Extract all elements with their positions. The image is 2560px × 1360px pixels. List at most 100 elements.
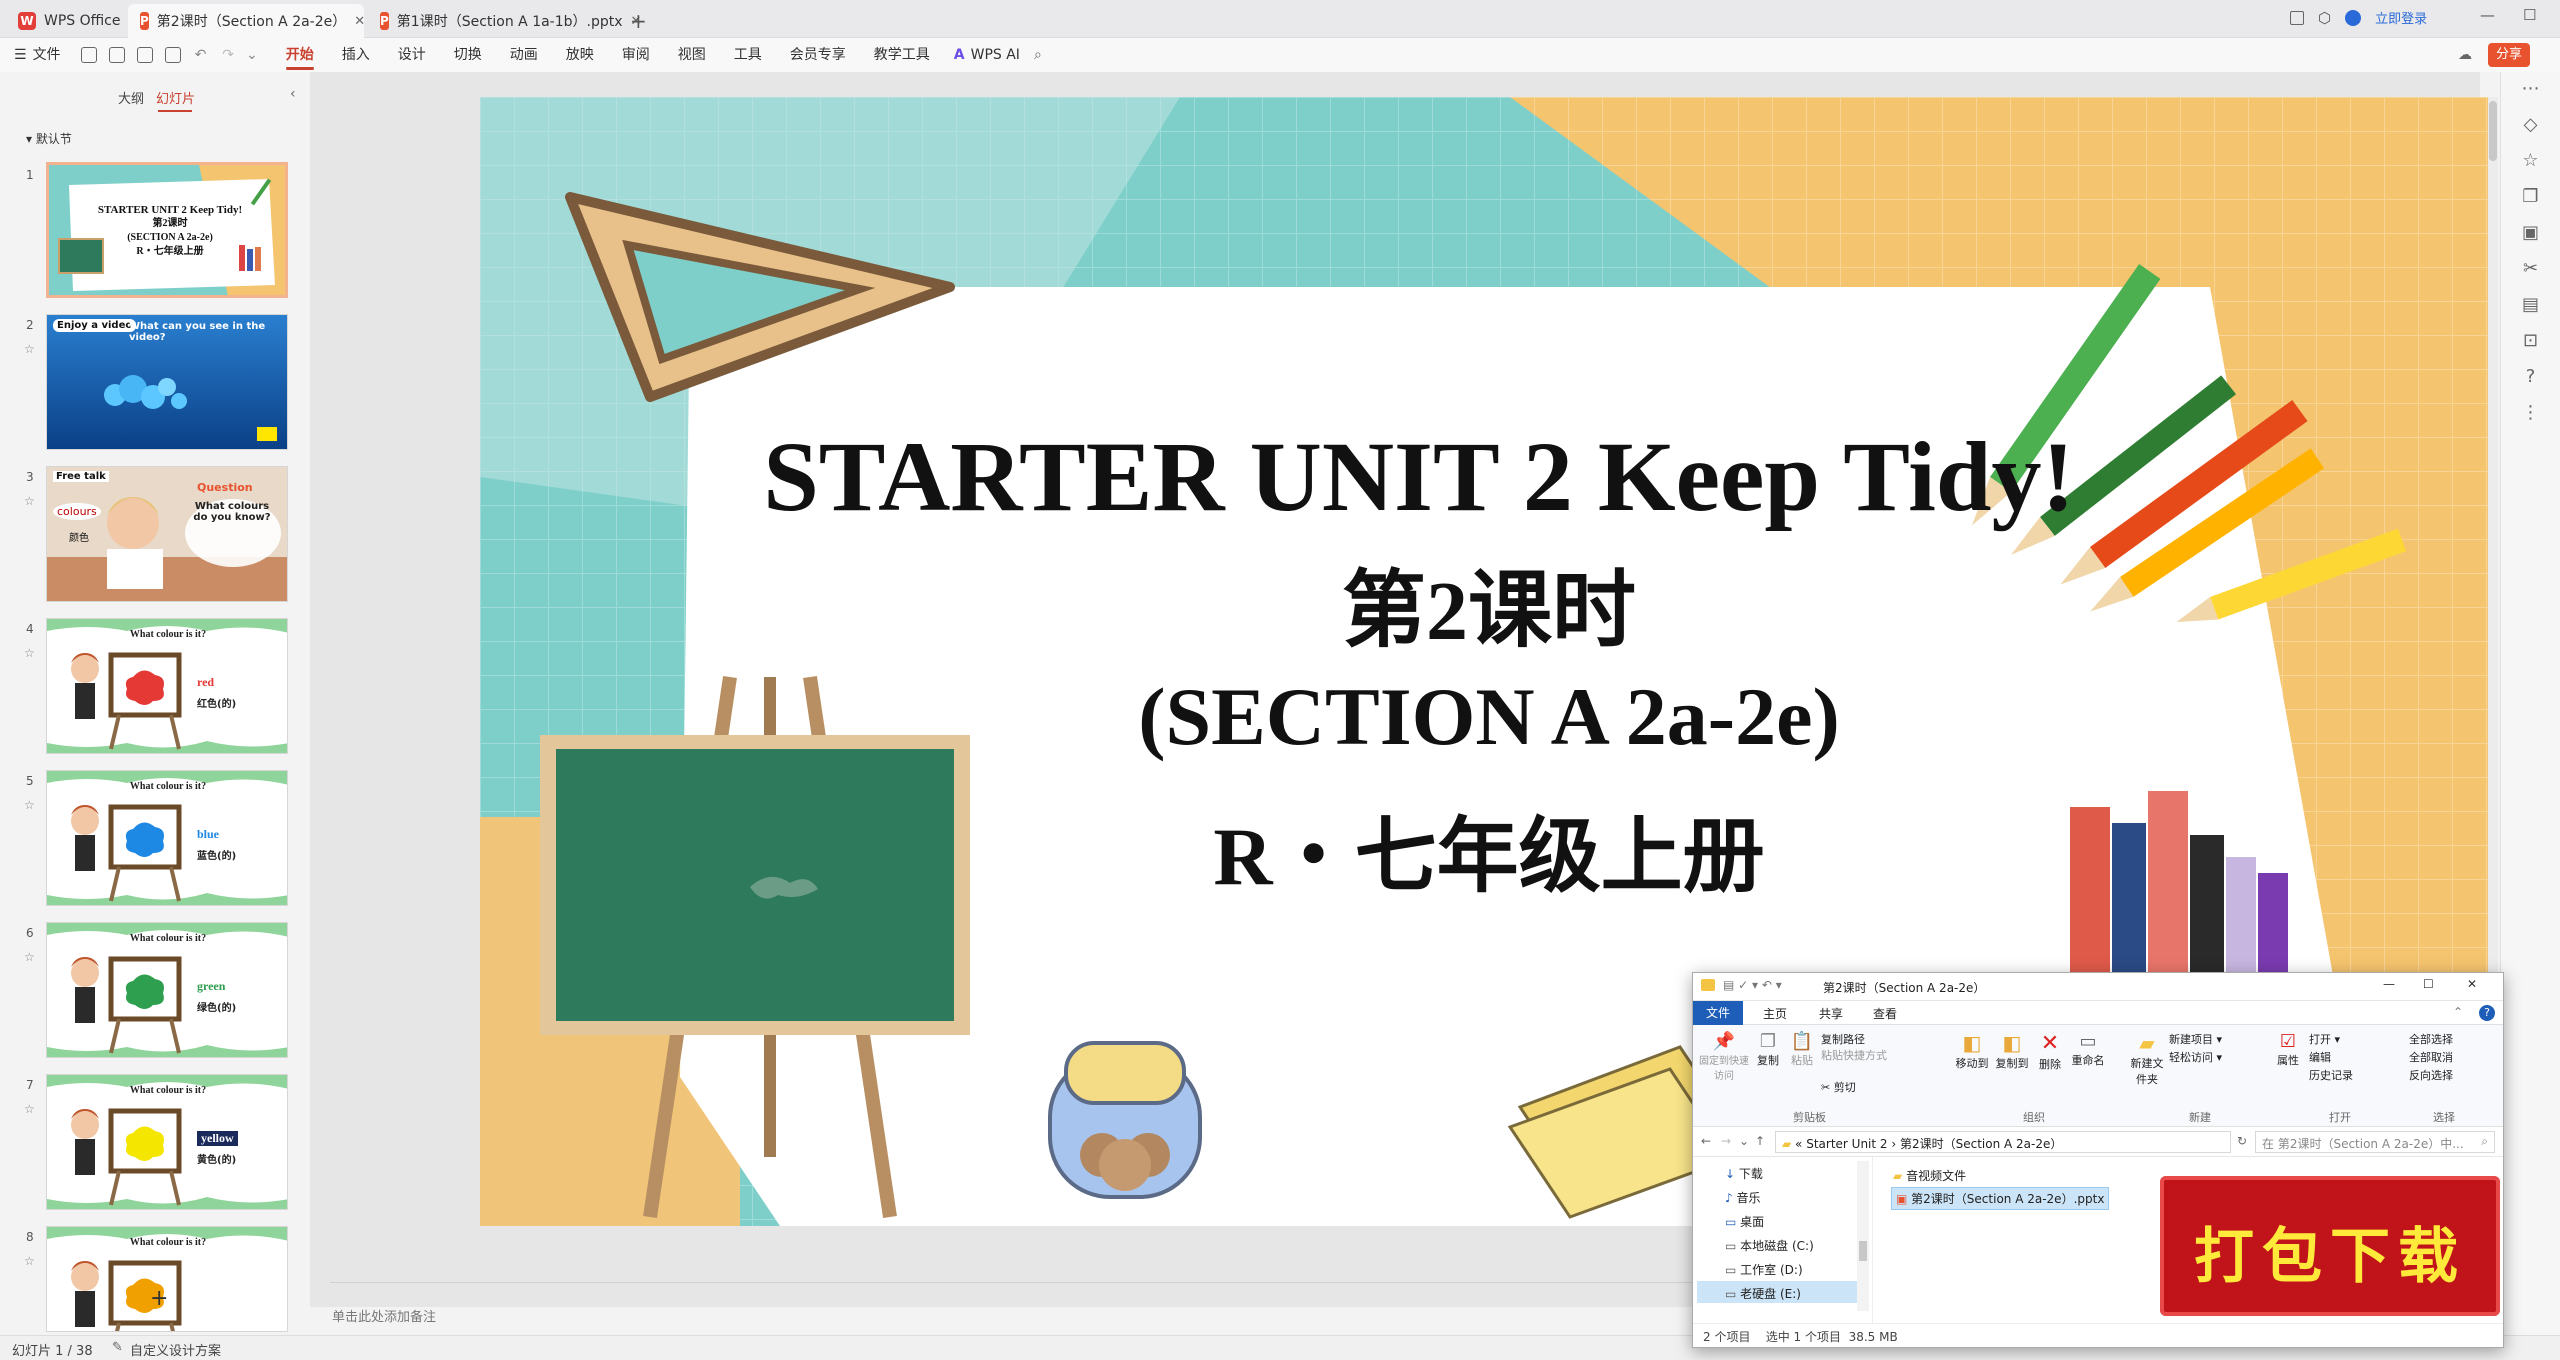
image-icon[interactable]: ▣	[2520, 222, 2542, 244]
copy-button[interactable]: ❐ 复制	[1753, 1031, 1783, 1068]
nav-scrollbar[interactable]	[1857, 1161, 1869, 1311]
undo-icon[interactable]: ↶	[195, 47, 207, 63]
nav-item-desktop[interactable]: ▭ 桌面	[1725, 1213, 1764, 1230]
file-menu[interactable]: 文件	[27, 38, 75, 72]
nav-item-c-drive[interactable]: ▭ 本地磁盘 (C:)	[1725, 1237, 1814, 1254]
nav-item-e-drive[interactable]: ▭ 老硬盘 (E:)	[1725, 1285, 1801, 1302]
menu-wps-ai[interactable]: WPS AI	[965, 38, 1034, 72]
slide-grade[interactable]: R・七年级上册	[490, 807, 2488, 907]
help-icon[interactable]: ?	[2479, 1005, 2495, 1021]
select-none-button[interactable]: 全部取消	[2409, 1049, 2453, 1065]
star-icon[interactable]: ☆	[24, 494, 35, 508]
collapse-panel-icon[interactable]: ‹	[290, 86, 296, 102]
minimize-icon[interactable]: —	[2383, 977, 2395, 991]
layout-icon[interactable]: ▤	[2520, 294, 2542, 316]
star-icon[interactable]: ☆	[24, 1102, 35, 1116]
quick-access-icon[interactable]: ▤ ✓ ▾ ↶ ▾	[1723, 978, 1782, 992]
star-icon[interactable]: ☆	[24, 798, 35, 812]
file-item-folder[interactable]: ▰ 音视频文件	[1893, 1167, 1966, 1184]
forward-icon[interactable]: →	[1721, 1134, 1731, 1148]
copy-path-button[interactable]: 复制路径	[1821, 1031, 1865, 1047]
chevron-up-icon[interactable]: ⌃	[2453, 1005, 2463, 1019]
shape-icon[interactable]: ◇	[2520, 114, 2542, 136]
help-icon[interactable]: ?	[2520, 366, 2542, 388]
star-icon[interactable]: ☆	[24, 342, 35, 356]
share-button[interactable]: 分享	[2488, 43, 2531, 67]
hamburger-icon[interactable]: ☰	[14, 47, 27, 63]
menu-review[interactable]: 审阅	[608, 38, 664, 72]
menu-view[interactable]: 视图	[664, 38, 720, 72]
notes-placeholder[interactable]: 单击此处添加备注	[332, 1306, 436, 1325]
minimize-icon[interactable]: —	[2480, 6, 2495, 24]
slide-thumbnail-3[interactable]: Free talk colours 颜色 Question What colou…	[46, 466, 288, 602]
slide-lesson[interactable]: 第2课时	[490, 557, 2488, 667]
close-icon[interactable]: ✕	[2467, 977, 2477, 991]
maximize-icon[interactable]: ☐	[2423, 977, 2434, 991]
nav-item-d-drive[interactable]: ▭ 工作室 (D:)	[1725, 1261, 1803, 1278]
cube-icon[interactable]: ⬡	[2318, 9, 2331, 27]
maximize-icon[interactable]: ☐	[2523, 6, 2536, 24]
slide-thumbnail-5[interactable]: What colour is it? blue 蓝色(的)	[46, 770, 288, 906]
tab-slides[interactable]: 幻灯片	[156, 88, 195, 107]
edit-button[interactable]: 编辑	[2309, 1049, 2331, 1065]
refresh-icon[interactable]: ↻	[2237, 1134, 2247, 1148]
cut-button[interactable]: ✂ 剪切	[1821, 1079, 1856, 1095]
slide-thumbnail-1[interactable]: STARTER UNIT 2 Keep Tidy! 第2课时 (SECTION …	[46, 162, 288, 298]
redo-icon[interactable]: ↷	[222, 47, 234, 63]
select-all-button[interactable]: 全部选择	[2409, 1031, 2453, 1047]
ribbon-tab-file[interactable]: 文件	[1693, 1001, 1743, 1025]
menu-member[interactable]: 会员专享	[776, 38, 860, 72]
easy-access-button[interactable]: 轻松访问 ▾	[2169, 1049, 2222, 1065]
menu-slideshow[interactable]: 放映	[552, 38, 608, 72]
star-icon[interactable]: ☆	[24, 1254, 35, 1268]
paste-button[interactable]: 📋 粘贴	[1787, 1031, 1817, 1068]
grid-icon[interactable]: ⋮	[2520, 402, 2542, 424]
window-mode-icon[interactable]	[2290, 10, 2304, 25]
menu-insert[interactable]: 插入	[328, 38, 384, 72]
open-button[interactable]: 打开 ▾	[2309, 1031, 2340, 1047]
tools-icon[interactable]: ✂	[2520, 258, 2542, 280]
ribbon-tab-share[interactable]: 共享	[1819, 1005, 1843, 1022]
up-icon[interactable]: ↑	[1755, 1134, 1765, 1148]
new-tab-button[interactable]: +	[618, 4, 659, 38]
history-button[interactable]: 历史记录	[2309, 1067, 2353, 1083]
tab-outline[interactable]: 大纲	[118, 88, 144, 107]
nav-item-music[interactable]: ♪ 音乐	[1725, 1189, 1761, 1206]
copy-icon[interactable]: ❐	[2520, 186, 2542, 208]
recent-icon[interactable]: ⌄	[1739, 1134, 1749, 1148]
star-icon[interactable]: ☆	[2520, 150, 2542, 172]
cloud-icon[interactable]: ☁	[2458, 47, 2472, 63]
lock-icon[interactable]: ⊡	[2520, 330, 2542, 352]
file-item-pptx[interactable]: ▣ 第2课时（Section A 2a-2e）.pptx	[1891, 1187, 2110, 1210]
menu-animation[interactable]: 动画	[496, 38, 552, 72]
new-folder-button[interactable]: ▰ 新建文件夹	[2129, 1031, 2165, 1087]
close-icon[interactable]: ✕	[354, 14, 365, 29]
tab-wps-home[interactable]: W WPS Office	[6, 4, 133, 38]
slide-thumbnail-8[interactable]: What colour is it?	[46, 1226, 288, 1332]
nav-item-downloads[interactable]: ↓ 下载	[1725, 1165, 1763, 1182]
section-header[interactable]: ▾ 默认节	[26, 130, 72, 147]
back-icon[interactable]: ←	[1701, 1134, 1711, 1148]
tab-lesson2[interactable]: P 第2课时（Section A 2a-2e） ✕	[128, 4, 365, 38]
ribbon-tab-home[interactable]: 主页	[1763, 1005, 1787, 1022]
preview-icon[interactable]	[164, 47, 181, 63]
delete-button[interactable]: ✕ 删除	[2035, 1031, 2065, 1072]
menu-tools[interactable]: 工具	[720, 38, 776, 72]
export-icon[interactable]	[108, 47, 125, 63]
ribbon-tab-view[interactable]: 查看	[1873, 1005, 1897, 1022]
slide-thumbnail-6[interactable]: What colour is it? green 绿色(的)	[46, 922, 288, 1058]
menu-design[interactable]: 设计	[384, 38, 440, 72]
move-to-button[interactable]: ◧ 移动到	[1953, 1031, 1991, 1071]
new-item-button[interactable]: 新建项目 ▾	[2169, 1031, 2222, 1047]
slide-section[interactable]: (SECTION A 2a-2e)	[490, 667, 2488, 767]
slide-thumbnail-2[interactable]: Enjoy a video What can you see in the vi…	[46, 314, 288, 450]
design-scheme[interactable]: 自定义设计方案	[130, 1340, 221, 1359]
copy-to-button[interactable]: ◧ 复制到	[1993, 1031, 2031, 1071]
address-bar[interactable]: ▰ « Starter Unit 2 › 第2课时（Section A 2a-2…	[1775, 1131, 2231, 1153]
menu-teaching-tools[interactable]: 教学工具	[860, 38, 944, 72]
login-link[interactable]: 立即登录	[2375, 8, 2427, 27]
path-segment[interactable]: 第2课时（Section A 2a-2e）	[1900, 1137, 2062, 1151]
properties-button[interactable]: ☑ 属性	[2273, 1031, 2303, 1068]
more-icon[interactable]: ⋯	[2520, 78, 2542, 100]
slide-thumbnail-7[interactable]: What colour is it? yellow 黄色(的)	[46, 1074, 288, 1210]
